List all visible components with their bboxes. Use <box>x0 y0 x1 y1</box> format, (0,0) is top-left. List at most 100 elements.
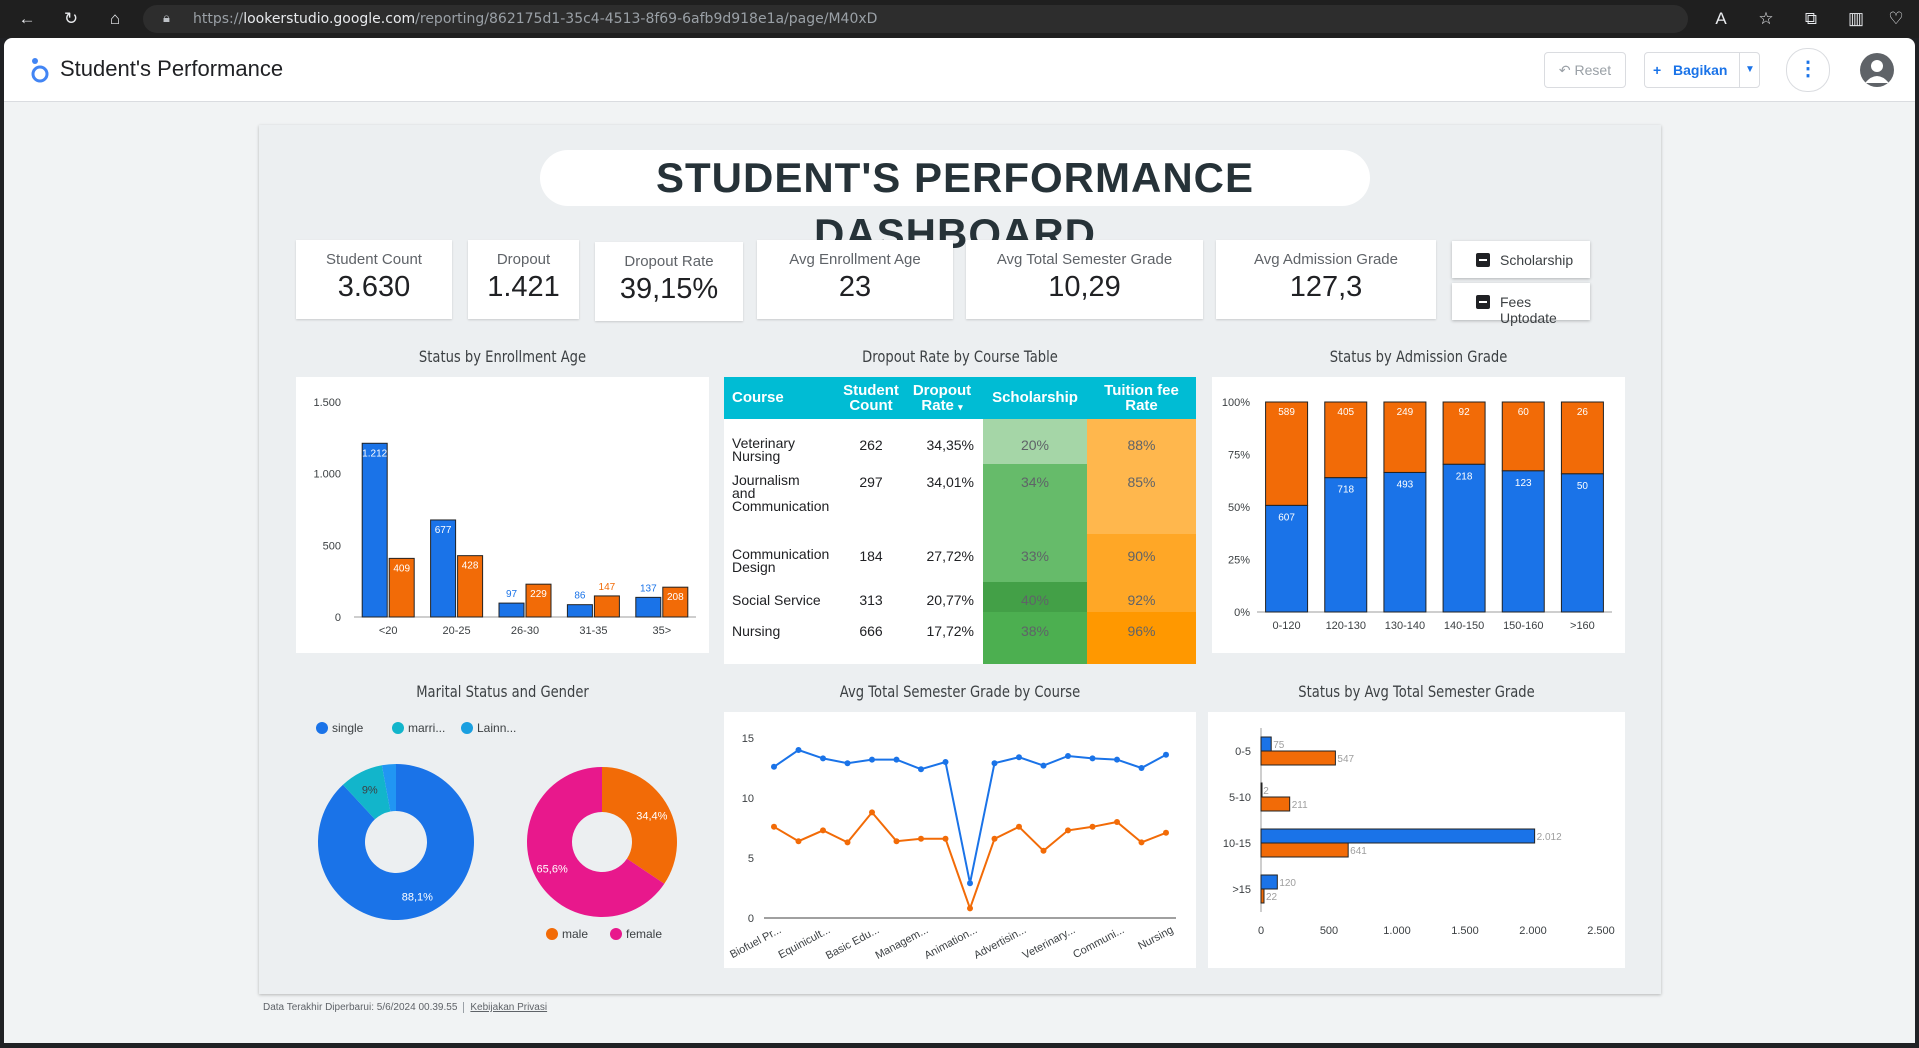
column-header-dropout-rate[interactable]: Dropout Rate ▾ <box>910 383 974 415</box>
read-aloud-icon[interactable]: A <box>1710 8 1732 30</box>
back-icon[interactable]: ← <box>16 8 38 30</box>
data-point <box>1016 754 1022 761</box>
slice-label: 65,6% <box>537 864 568 876</box>
chart-title-semester-grade-course: Avg Total Semester Grade by Course <box>839 682 1081 701</box>
address-bar[interactable]: 🔒︎ https://lookerstudio.google.com/repor… <box>143 5 1688 33</box>
chart-title-marital-gender: Marital Status and Gender <box>416 682 589 701</box>
table-row[interactable]: Nursing 666 17,72% 38% 96% <box>724 612 1196 642</box>
data-label: 718 <box>1337 485 1354 496</box>
chevron-down-icon[interactable]: ▼ <box>1739 53 1760 87</box>
x-tick-label: 26-30 <box>511 625 539 637</box>
bar <box>1260 750 1336 766</box>
data-point <box>1138 765 1145 771</box>
bar <box>498 602 525 618</box>
table-row[interactable]: Journalism and Communication 297 34,01% … <box>724 464 1196 534</box>
report-title: Student's Performance <box>60 56 284 81</box>
cell-count: 313 <box>859 592 883 608</box>
column-header-course[interactable]: Course <box>732 390 784 405</box>
reload-icon[interactable]: ↻ <box>60 8 82 30</box>
y-tick-label: 500 <box>323 540 341 552</box>
x-tick-label: Nursing <box>1136 924 1175 952</box>
column-header-student-count[interactable]: Student Count <box>842 383 900 413</box>
last-updated-text: Data Terakhir Diperbarui: 5/6/2024 00.39… <box>263 1002 458 1013</box>
table-title: Dropout Rate by Course Table <box>862 347 1058 366</box>
health-icon[interactable]: ♡ <box>1885 8 1907 30</box>
url-text: https://lookerstudio.google.com/reportin… <box>193 11 878 27</box>
data-label: 123 <box>1515 478 1532 489</box>
y-tick-label: 100% <box>1222 397 1250 409</box>
chart-title-admission-grade: Status by Admission Grade <box>1329 347 1508 366</box>
fees-uptodate-filter-checkbox[interactable]: Fees Uptodate <box>1452 283 1590 326</box>
kpi-dropout-rate[interactable]: Dropout Rate 39,15% <box>595 242 743 321</box>
dashboard-title: STUDENT'S PERFORMANCE DASHBOARD <box>540 150 1370 257</box>
table-row[interactable]: Social Service 313 20,77% 40% 92% <box>724 582 1196 612</box>
privacy-policy-link[interactable]: Kebijakan Privasi <box>463 1002 548 1013</box>
extensions-icon[interactable]: ⧉ <box>1800 8 1822 30</box>
x-tick-label: Veterinary... <box>1021 924 1078 962</box>
cell-course: Social Service <box>732 592 821 608</box>
column-header-scholarship[interactable]: Scholarship <box>983 390 1087 405</box>
series-line <box>773 810 1167 912</box>
y-tick-label: 0 <box>748 913 754 925</box>
table-row[interactable]: Veterinary Nursing 262 34,35% 20% 88% <box>724 419 1196 464</box>
split-screen-icon[interactable]: ▥ <box>1845 8 1867 30</box>
data-point <box>967 880 973 887</box>
bar <box>1260 796 1291 812</box>
data-point <box>771 823 777 830</box>
slice-label: 34,4% <box>636 810 667 822</box>
marital-gender-chart: 88,1% 9% 34,4% 65,6% single marri... Lainn... m… <box>296 712 709 980</box>
bar <box>566 604 593 618</box>
cell-scholarship: 20% <box>1020 437 1050 453</box>
column-header-tuition-fee-rate[interactable]: Tuition fee Rate <box>1087 383 1196 413</box>
checkbox-indeterminate-icon <box>1476 253 1490 267</box>
kpi-avg-total-semester-grade[interactable]: Avg Total Semester Grade 10,29 <box>966 240 1203 319</box>
kpi-dropout[interactable]: Dropout 1.421 <box>468 240 579 319</box>
cell-tuition-fee: 92% <box>1127 592 1156 608</box>
report-footer: Data Terakhir Diperbarui: 5/6/2024 00.39… <box>263 1002 548 1013</box>
enrollment-age-chart: 0 500 1.000 1.500 <20 1.212 409 20-25 677 428 26-3… <box>296 377 709 653</box>
data-point <box>1065 827 1071 834</box>
data-point <box>1163 829 1169 836</box>
data-point <box>820 755 826 762</box>
scholarship-filter-checkbox[interactable]: Scholarship <box>1452 241 1590 278</box>
x-tick-label: >160 <box>1570 620 1595 632</box>
data-point <box>1114 819 1120 825</box>
data-point <box>795 838 802 845</box>
bar <box>361 442 388 618</box>
data-point <box>991 760 998 767</box>
data-label: 2.012 <box>1537 832 1562 843</box>
data-label: 641 <box>1350 846 1367 857</box>
kpi-avg-admission-grade[interactable]: Avg Admission Grade 127,3 <box>1216 240 1436 319</box>
reset-button[interactable]: ↶ Reset <box>1544 52 1626 88</box>
x-tick-label: 120-130 <box>1326 620 1366 632</box>
favorite-icon[interactable]: ☆ <box>1755 8 1777 30</box>
avatar[interactable] <box>1860 53 1894 87</box>
table-row[interactable]: Communication Design 184 27,72% 33% 90% <box>724 534 1196 582</box>
cell-count: 666 <box>859 623 883 639</box>
y-tick-label: 75% <box>1228 450 1250 462</box>
data-point <box>1016 823 1022 830</box>
data-label: 120 <box>1279 878 1296 889</box>
kpi-avg-enrollment-age[interactable]: Avg Enrollment Age 23 <box>757 240 953 319</box>
bar <box>593 595 620 618</box>
cell-rate: 17,72% <box>926 623 974 639</box>
data-point <box>967 905 973 912</box>
lock-icon: 🔒︎ <box>163 10 170 25</box>
data-point <box>918 766 924 773</box>
more-options-button[interactable]: ⋮ <box>1786 48 1830 92</box>
legend-marker <box>610 928 622 940</box>
admission-grade-chart: 0% 25% 50% 75% 100% 589 607 0-120 405 718 120-130 2… <box>1212 377 1625 653</box>
data-label: 677 <box>435 525 452 536</box>
bar <box>1260 874 1278 890</box>
data-point <box>1089 755 1096 762</box>
home-icon[interactable]: ⌂ <box>104 8 126 30</box>
x-tick-label: Basic Edu... <box>824 924 881 962</box>
kpi-student-count[interactable]: Student Count 3.630 <box>296 240 452 319</box>
cell-scholarship: 38% <box>1020 623 1050 639</box>
cell-scholarship: 34% <box>1020 474 1050 490</box>
data-label: 428 <box>462 561 479 572</box>
share-button[interactable]: + Bagikan ▼ <box>1644 52 1760 88</box>
x-tick-label: 0-120 <box>1273 620 1301 632</box>
data-point <box>1114 756 1120 763</box>
x-tick-label: Managem... <box>873 924 930 962</box>
